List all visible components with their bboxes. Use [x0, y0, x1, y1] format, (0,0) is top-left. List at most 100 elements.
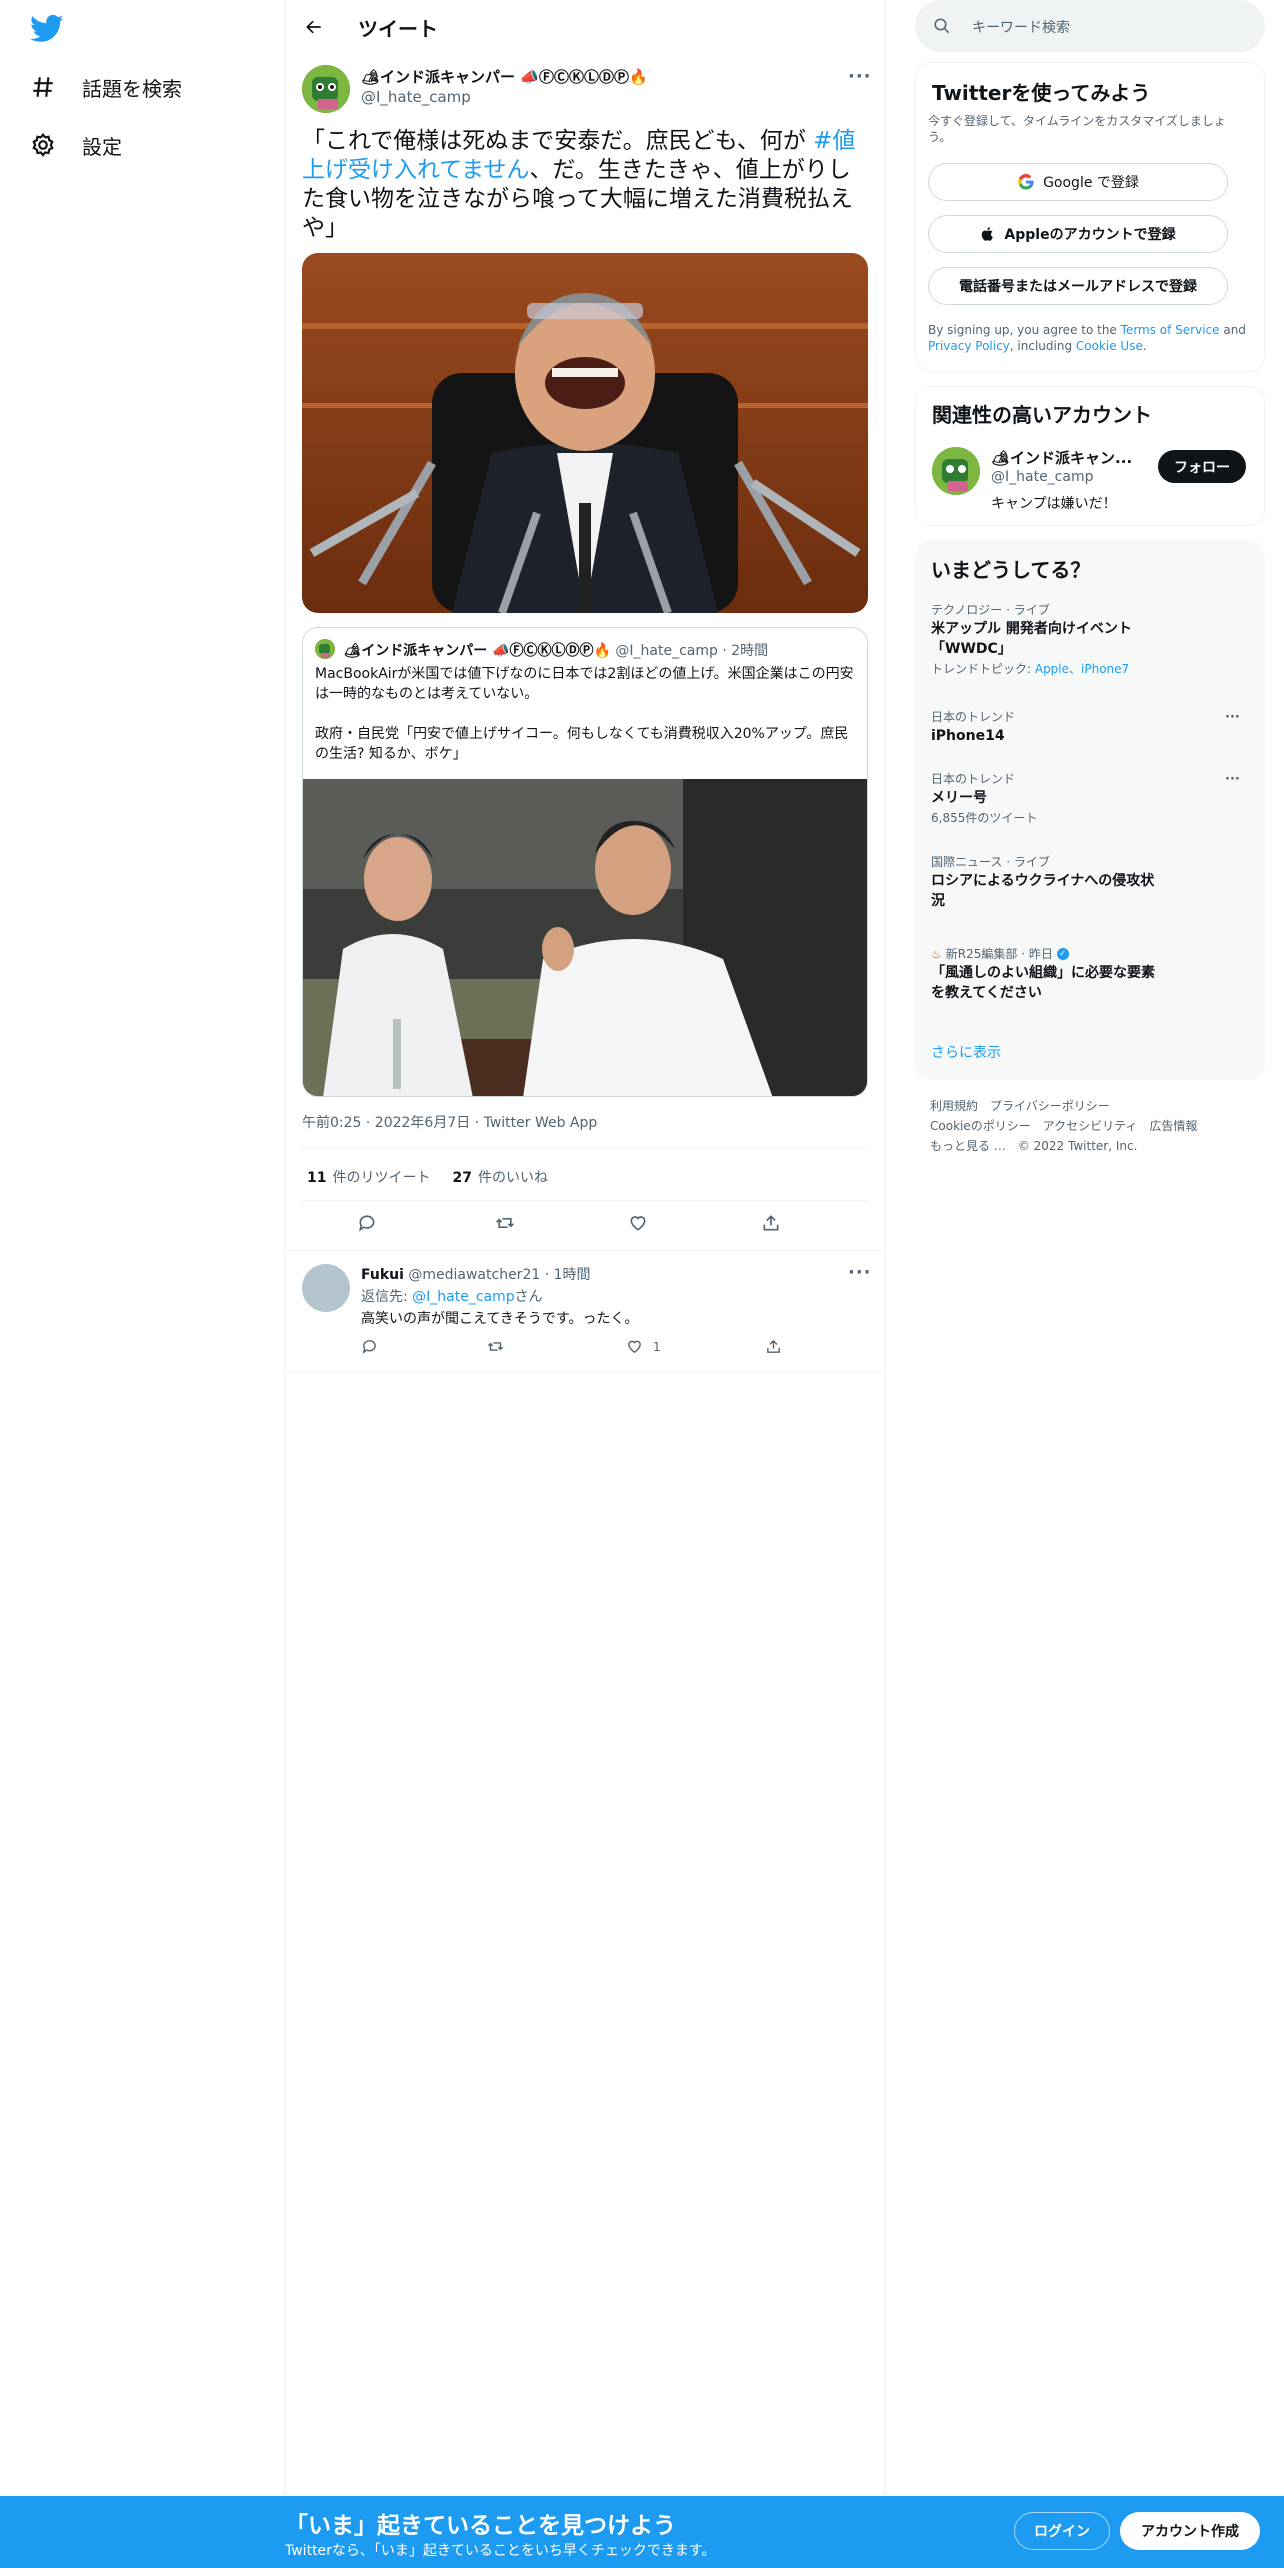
tweet-text: 「これで俺様は死ぬまで安泰だ。庶民ども、何が #値上げ受け入れてません、だ。生き… — [302, 127, 868, 243]
back-button[interactable] — [299, 12, 329, 42]
tweet-timestamp[interactable]: 午前0:25 · 2022年6月7日 · Twitter Web App — [302, 1112, 597, 1132]
trend-category: 新R25編集部 · 昨日 — [945, 947, 1053, 961]
footer-cookie-link[interactable]: Cookieのポリシー — [930, 1119, 1031, 1133]
divider — [285, 1250, 885, 1251]
trends-panel: いまどうしてる？ テクノロジー · ライブ 米アップル 開発者向けイベント「WW… — [915, 540, 1265, 1080]
reply-like-button[interactable]: 1 — [626, 1338, 661, 1355]
related-account-avatar[interactable] — [932, 447, 980, 495]
apple-icon — [982, 227, 994, 241]
create-account-button[interactable]: アカウント作成 — [1120, 2512, 1260, 2550]
retweet-stat[interactable]: 11 件のリツイート — [307, 1167, 430, 1187]
footer-more-link[interactable]: もっと見る … — [930, 1139, 1006, 1153]
retweet-button[interactable] — [492, 1210, 518, 1236]
share-button[interactable] — [758, 1210, 784, 1236]
trend-title: ロシアによるウクライナへの侵攻状況 — [931, 873, 1155, 909]
terms-of-service-link[interactable]: Terms of Service — [1121, 323, 1220, 337]
reply-more-options-icon[interactable]: ··· — [848, 1262, 872, 1283]
trend-item[interactable]: ♨ 新R25編集部 · 昨日 ✓ 「風通しのよい組織」に必要な要素を教えてくださ… — [931, 945, 1231, 1003]
hashtag-icon — [33, 77, 53, 97]
footer-terms-link[interactable]: 利用規約 — [930, 1099, 978, 1113]
trend-more-icon[interactable]: ··· — [1225, 772, 1240, 787]
privacy-policy-link[interactable]: Privacy Policy — [928, 339, 1010, 353]
reply-to-handle[interactable]: @I_hate_camp — [412, 1289, 514, 1305]
tweet-photo[interactable] — [302, 253, 868, 613]
tweet-text-part: 「これで俺様は死ぬまで安泰だ。庶民ども、何が — [302, 128, 814, 154]
show-more-link[interactable]: さらに表示 — [931, 1042, 1001, 1062]
related-account-name[interactable]: 🏕インド派キャン... — [991, 447, 1132, 468]
phone-email-signup-button[interactable]: 電話番号またはメールアドレスで登録 — [928, 267, 1228, 305]
reply-text: 高笑いの声が聞こえてきそうです。ったく。 — [361, 1311, 639, 1327]
trend-category: 日本のトレンド — [931, 772, 1016, 786]
trend-item[interactable]: テクノロジー · ライブ 米アップル 開発者向けイベント「WWDC」 トレンドト… — [931, 601, 1231, 679]
footer-copyright: © 2022 Twitter, Inc. — [1017, 1139, 1138, 1153]
reply-author[interactable]: Fukui @mediawatcher21 · 1時間 — [361, 1264, 591, 1284]
author-avatar[interactable] — [302, 65, 350, 113]
nav-explore[interactable]: 話題を検索 — [30, 62, 182, 112]
reply-to-prefix: 返信先: — [361, 1289, 413, 1305]
related-accounts-title: 関連性の高いアカウント — [932, 403, 1152, 427]
terms-text: , including — [1009, 339, 1076, 353]
follow-button[interactable]: フォロー — [1158, 450, 1246, 483]
reply-retweet-button[interactable] — [487, 1338, 504, 1355]
reply-icon — [362, 1340, 376, 1354]
footer-accessibility-link[interactable]: アクセシビリティ — [1043, 1119, 1138, 1133]
trend-subtitle: トレンドトピック: Apple、iPhone7 — [931, 659, 1231, 679]
phone-email-signup-label: 電話番号またはメールアドレスで登録 — [959, 279, 1197, 295]
search-icon — [934, 18, 950, 34]
google-icon — [1018, 174, 1034, 190]
trend-title: iPhone14 — [931, 728, 1005, 744]
trend-category-row: ♨ 新R25編集部 · 昨日 ✓ — [931, 945, 1231, 963]
quoted-handle-time: @I_hate_camp · 2時間 — [615, 643, 769, 659]
signup-terms: By signing up, you agree to the Terms of… — [928, 322, 1252, 354]
trend-item[interactable]: 国際ニュース · ライブ ロシアによるウクライナへの侵攻状況 — [931, 853, 1231, 911]
like-stat[interactable]: 27 件のいいね — [452, 1167, 547, 1187]
trend-topic-links[interactable]: Apple、iPhone7 — [1035, 662, 1129, 676]
twitter-logo-icon[interactable] — [30, 14, 64, 44]
like-count: 27 — [452, 1170, 472, 1186]
author-name[interactable]: 🏕インド派キャンパー 📣ⒻⒸⓀⓁⒹⓅ🔥 — [361, 66, 648, 87]
reply-avatar[interactable] — [302, 1264, 350, 1312]
apple-signup-button[interactable]: Appleのアカウントで登録 — [928, 215, 1228, 253]
login-button[interactable]: ログイン — [1014, 2512, 1110, 2550]
reply-icon — [359, 1215, 375, 1232]
more-options-icon[interactable]: ··· — [848, 66, 872, 87]
footer-privacy-link[interactable]: プライバシーポリシー — [990, 1099, 1110, 1113]
quoted-tweet-photo[interactable] — [303, 779, 867, 1096]
share-icon — [767, 1339, 780, 1353]
google-signup-button[interactable]: Google で登録 — [928, 163, 1228, 201]
related-account-handle[interactable]: @I_hate_camp — [991, 469, 1093, 485]
cookie-use-link[interactable]: Cookie Use — [1076, 339, 1143, 353]
trend-more-icon[interactable]: ··· — [1225, 710, 1240, 725]
bottom-bar-subtitle: Twitterなら、「いま」起きていることをいち早くチェックできます。 — [285, 2543, 716, 2559]
search-placeholder: キーワード検索 — [972, 20, 1070, 36]
reply-actions: 1 — [361, 1338, 801, 1362]
reply-share-button[interactable] — [765, 1338, 782, 1355]
quoted-tweet[interactable]: 🏕インド派キャンパー 📣ⒻⒸⓀⓁⒹⓅ🔥 @I_hate_camp · 2時間 M… — [302, 627, 868, 1097]
photo-two-men-talking — [303, 779, 867, 1096]
search-input[interactable]: キーワード検索 — [915, 0, 1265, 52]
page-title: ツイート — [358, 17, 438, 41]
trend-tweet-count: 6,855件のツイート — [931, 811, 1038, 825]
avatar-image-icon — [302, 65, 350, 113]
divider — [302, 1148, 868, 1149]
bottom-bar-title: 「いま」起きていることを見つけよう — [285, 2513, 676, 2539]
trend-item[interactable]: 日本のトレンド iPhone14 — [931, 708, 1231, 746]
gear-icon — [32, 133, 54, 157]
arrow-left-icon — [306, 20, 321, 34]
related-accounts-panel: 関連性の高いアカウント 🏕インド派キャン... @I_hate_camp キャン… — [915, 386, 1265, 526]
nav-settings[interactable]: 設定 — [30, 120, 122, 170]
related-account-bio: キャンプは嫌いだ！ — [991, 496, 1117, 512]
main-column: ツイート 🏕インド派キャンパー 📣ⒻⒸⓀⓁⒹⓅ🔥 @I_hate_camp ··… — [285, 0, 885, 2496]
reply-reply-button[interactable] — [361, 1338, 378, 1355]
trend-item[interactable]: 日本のトレンド メリー号 6,855件のツイート — [931, 770, 1231, 828]
signup-title: Twitterを使ってみよう — [932, 81, 1151, 105]
author-handle[interactable]: @I_hate_camp — [361, 88, 471, 106]
share-icon — [763, 1215, 779, 1231]
heart-icon — [630, 1216, 646, 1231]
retweet-count: 11 — [307, 1170, 327, 1186]
reply-button[interactable] — [354, 1210, 380, 1236]
divider — [285, 1371, 885, 1372]
quoted-tweet-header: 🏕インド派キャンパー 📣ⒻⒸⓀⓁⒹⓅ🔥 @I_hate_camp · 2時間 — [315, 639, 768, 660]
like-button[interactable] — [625, 1210, 651, 1236]
footer-ads-link[interactable]: 広告情報 — [1149, 1119, 1197, 1133]
